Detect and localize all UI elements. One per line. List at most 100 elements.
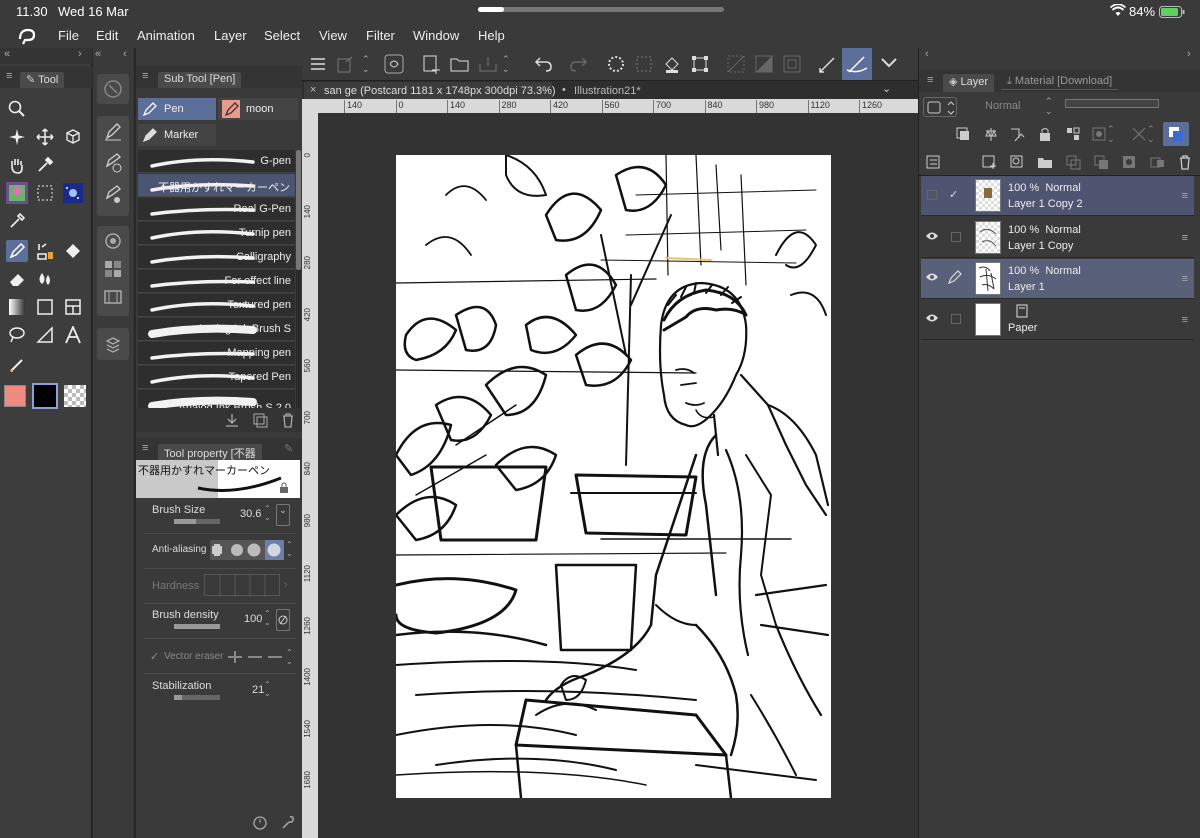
timer-icon[interactable] (252, 814, 268, 830)
expand-selection-icon[interactable] (782, 54, 802, 74)
menu-select[interactable]: Select (264, 28, 300, 43)
hardness-chevron-icon[interactable]: › (284, 579, 288, 591)
menu-animation[interactable]: Animation (137, 28, 195, 43)
chevron-left-icon-2[interactable]: ‹ (925, 48, 929, 60)
eraser-icon[interactable] (6, 268, 28, 290)
draft-layer-icon[interactable] (1009, 126, 1025, 142)
eye-icon[interactable] (925, 271, 939, 283)
hardness-selector[interactable] (204, 574, 280, 597)
brush-list-item[interactable]: Calligraphy (138, 246, 295, 269)
vector-eraser-stepper[interactable]: ⌃ ⌄ (286, 648, 293, 666)
vector-eraser-options[interactable] (226, 650, 284, 664)
collapse-right-icon[interactable]: › (1187, 48, 1191, 60)
save-stepper[interactable]: ⌃ ⌄ (502, 54, 510, 74)
drag-handle-icon[interactable]: ≡ (1182, 232, 1188, 244)
new-raster-layer-icon[interactable] (981, 154, 997, 170)
loading-icon[interactable] (606, 54, 626, 74)
undo-icon[interactable] (534, 54, 554, 74)
subtool-pen-icon[interactable] (103, 120, 123, 142)
layer-color-button[interactable] (1163, 122, 1189, 146)
menu-file[interactable]: File (58, 28, 79, 43)
layer-row-copy-2[interactable]: ✓ 100 % Normal Layer 1 Copy 2 ≡ (921, 176, 1194, 216)
correct-line-icon[interactable] (6, 354, 28, 376)
transparent-color-swatch[interactable] (64, 385, 86, 407)
navigator-button[interactable] (97, 74, 129, 104)
save-icon[interactable] (478, 54, 498, 74)
clear-icon[interactable] (634, 54, 654, 74)
menu-view[interactable]: View (319, 28, 347, 43)
lock-layer-icon[interactable] (1037, 126, 1053, 142)
trash-icon[interactable] (280, 412, 296, 428)
chevron-left-icon[interactable]: ‹ (123, 48, 127, 60)
drag-handle-icon[interactable]: ≡ (1182, 314, 1188, 326)
timeline-icon[interactable] (104, 288, 122, 306)
drag-handle-icon[interactable]: ≡ (1182, 273, 1188, 285)
brush-size-dropdown[interactable]: ⌄ (276, 504, 290, 526)
lock-icon[interactable] (278, 482, 290, 494)
blend-mode-value[interactable]: Normal (985, 100, 1020, 112)
auto-action-icon[interactable] (6, 126, 28, 148)
brush-list-item[interactable]: Mapping pen (138, 342, 295, 365)
brush-density-slider[interactable] (174, 624, 220, 629)
eye-icon[interactable] (925, 230, 939, 242)
merge-lower-icon[interactable] (1093, 154, 1109, 170)
hand-icon[interactable] (6, 154, 28, 176)
sparkle-brush-icon[interactable] (62, 182, 84, 204)
menu-help[interactable]: Help (478, 28, 505, 43)
gradient-icon[interactable] (6, 296, 28, 318)
reference-layer-icon[interactable] (983, 126, 999, 142)
transfer-lower-icon[interactable] (1065, 154, 1081, 170)
fill-tool-icon[interactable] (34, 240, 56, 262)
brush-density-toggle[interactable] (276, 609, 290, 631)
frame-border-icon[interactable] (62, 296, 84, 318)
brush-density-value[interactable]: 100 (244, 613, 262, 625)
color-picker-icon[interactable] (6, 210, 28, 232)
balloon-icon[interactable] (6, 324, 28, 346)
hamburger-menu-icon[interactable] (310, 56, 326, 72)
eyedropper-icon[interactable] (34, 154, 56, 176)
canvas-artwork[interactable] (396, 155, 831, 798)
subtool-property-icon[interactable] (103, 152, 123, 174)
drag-handle-icon[interactable]: ≡ (1182, 190, 1188, 202)
brush-size-slider[interactable] (174, 519, 220, 524)
quick-access-stepper[interactable]: ⌃ ⌄ (362, 54, 370, 74)
checkmark-icon[interactable]: ✓ (949, 188, 958, 201)
lasso-icon[interactable] (384, 54, 404, 74)
snap-special-ruler-button[interactable] (842, 48, 872, 80)
invert-selection-icon[interactable] (754, 54, 774, 74)
ruler-range-icon[interactable] (1131, 126, 1147, 142)
blend-mode-stepper[interactable]: ⌃ ⌄ (1045, 96, 1053, 116)
rect-select-icon[interactable] (34, 182, 56, 204)
new-icon[interactable] (336, 56, 354, 74)
vector-eraser-checkbox[interactable]: ✓ (150, 650, 159, 663)
brush-list-item[interactable]: Tapered Pen (138, 366, 295, 389)
brush-list-item[interactable]: Analog Ink Brush S (138, 318, 295, 341)
brush-list-item[interactable]: Turnip pen (138, 222, 295, 245)
pen-tool-icon[interactable] (6, 240, 28, 262)
lock-transparency-icon[interactable] (1065, 126, 1081, 142)
brush-density-stepper[interactable]: ⌃ ⌄ (264, 609, 271, 627)
anti-aliasing-selector[interactable] (210, 540, 284, 560)
panel-menu-icon[interactable]: ≡ (6, 70, 12, 82)
tabs-dropdown-icon[interactable]: ⌄ (882, 82, 891, 95)
mask-stepper[interactable]: ⌃ ⌄ (1107, 124, 1115, 144)
brush-list-scrollbar[interactable] (296, 150, 301, 408)
redo-icon[interactable] (568, 54, 588, 74)
color-set-icon[interactable] (104, 260, 122, 278)
paint-bucket-icon[interactable] (62, 240, 84, 262)
brush-size-stepper[interactable]: ⌃ ⌄ (264, 504, 271, 522)
material-button[interactable] (97, 328, 129, 360)
menu-layer[interactable]: Layer (214, 28, 247, 43)
layer-property-dropdown[interactable] (923, 97, 957, 117)
mask-enable-icon[interactable] (1091, 126, 1107, 142)
eye-icon[interactable] (925, 312, 939, 324)
layer-row-layer-1[interactable]: 100 % Normal Layer 1 ≡ (921, 259, 1194, 299)
subtab-pen[interactable]: Pen (138, 98, 216, 120)
anti-aliasing-stepper[interactable]: ⌃ ⌄ (286, 540, 293, 558)
sub-color-swatch[interactable] (32, 383, 58, 409)
tab-document-other[interactable]: • Illustration21* (558, 82, 668, 99)
new-vector-layer-icon[interactable] (1009, 154, 1025, 170)
brush-list-item[interactable]: 不器用かすれマーカーペン (138, 174, 295, 197)
figure-icon[interactable] (34, 296, 56, 318)
visibility-toggle-off[interactable] (927, 190, 937, 200)
